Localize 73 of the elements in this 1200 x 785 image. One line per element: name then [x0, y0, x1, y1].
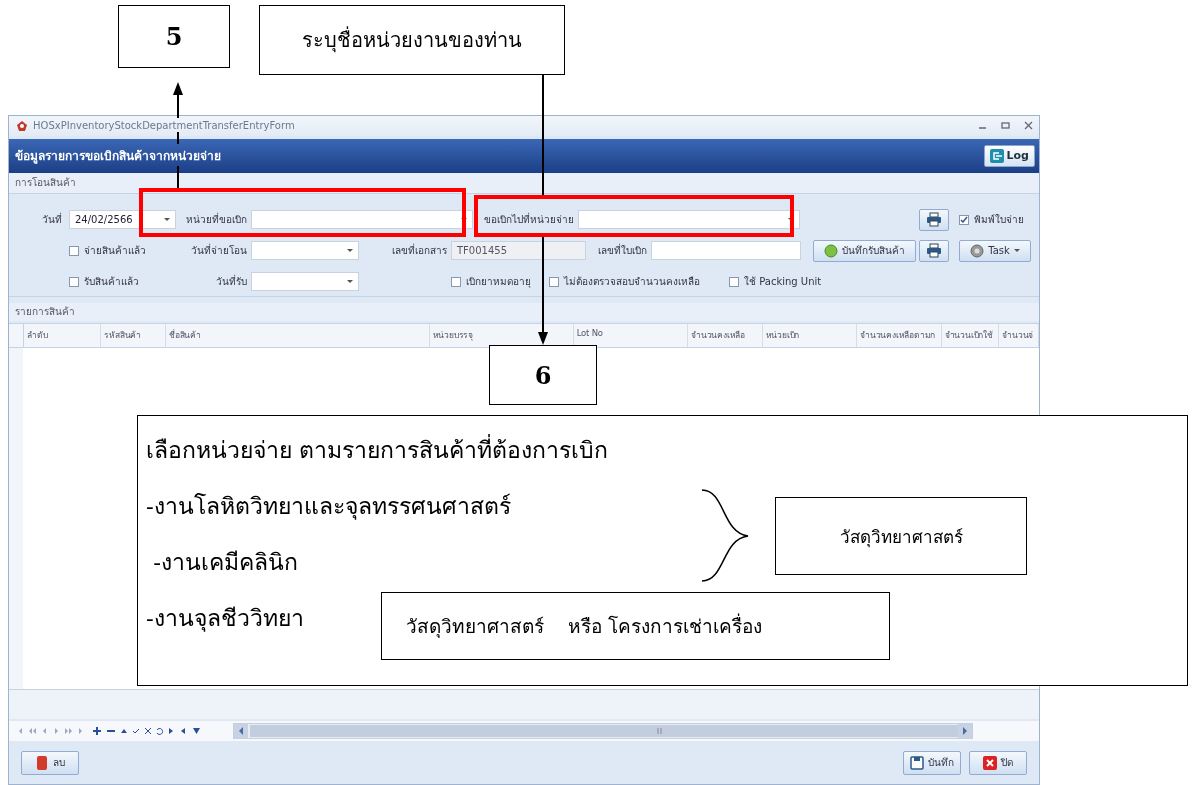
checkbox[interactable]: [959, 214, 969, 225]
label-box: วัสดุวิทยาศาสตร์: [775, 497, 1027, 575]
close-icon[interactable]: [1024, 121, 1033, 131]
receive-button[interactable]: บันทึกรับสินค้า: [813, 239, 916, 262]
text-field[interactable]: [651, 241, 801, 261]
print-button[interactable]: [919, 239, 949, 262]
disc-icon: [970, 243, 985, 258]
scroll-right-icon[interactable]: [958, 724, 972, 739]
column-header[interactable]: จำนวนจ่: [999, 324, 1039, 347]
floppy-icon: [910, 755, 924, 770]
checkbox-label: จ่ายสินค้าแล้ว: [84, 244, 146, 259]
note-box: ระบุชื่อหน่วยงานของท่าน: [259, 5, 565, 75]
field-label: วันที่: [41, 212, 63, 228]
group-label: รายการสินค้า: [9, 303, 1039, 322]
instruction-text: -งานจุลชีววิทยา: [146, 604, 304, 632]
column-header[interactable]: จำนวนคงเหลือ: [688, 324, 763, 347]
column-header[interactable]: หน่วยเบิก: [762, 324, 858, 347]
maximize-icon[interactable]: [1001, 121, 1010, 131]
column-header[interactable]: จำนวนเบิกใช้: [941, 324, 1000, 347]
caret-icon: [347, 249, 353, 253]
checkbox[interactable]: [549, 276, 559, 287]
column-header[interactable]: รหัสสินค้า: [101, 324, 167, 347]
checkbox[interactable]: [69, 245, 79, 256]
field-label: เลขที่เอกสาร: [391, 243, 448, 259]
save-button[interactable]: บันทึก: [903, 750, 961, 775]
field-label: ขอเบิกไปที่หน่วยจ่าย: [483, 212, 575, 228]
caret-icon: [347, 280, 353, 284]
checkbox-label: พิมพ์ใบจ่าย: [974, 213, 1024, 228]
form-title: ข้อมูลรายการขอเบิกสินค้าจากหน่วยจ่าย: [15, 148, 221, 166]
dropdown-field[interactable]: [251, 241, 359, 261]
scroll-thumb[interactable]: [248, 724, 958, 739]
trash-icon: [35, 755, 49, 770]
exit-icon: [989, 148, 1004, 163]
instruction-text: -งานเคมีคลินิก: [152, 548, 299, 576]
caret-icon: [164, 218, 170, 222]
checkbox-label: ใช้ Packing Unit: [744, 275, 822, 290]
print-button[interactable]: [919, 208, 949, 231]
dropdown-field[interactable]: 24/02/2566: [69, 210, 176, 230]
instruction-text: เลือกหน่วยจ่าย ตามรายการสินค้าที่ต้องการเบิก: [146, 436, 609, 464]
dropdown-field[interactable]: [251, 210, 473, 230]
horizontal-scrollbar[interactable]: [233, 723, 973, 740]
navigator-toolbar[interactable]: [17, 726, 203, 737]
instruction-text: -งานโลหิตวิทยาและจุลทรรศนศาสตร์: [146, 492, 511, 520]
field-label: วันที่รับ: [215, 274, 248, 290]
dropdown-field[interactable]: [251, 272, 359, 292]
field-label: หน่วยที่ขอเบิก: [185, 212, 248, 228]
checkbox-label: ไม่ต้องตรวจสอบจำนวนคงเหลือ: [564, 275, 700, 290]
close-icon: [983, 755, 997, 770]
window-title: HOSxPInventoryStockDepartmentTransferEntryForm: [33, 120, 296, 132]
close-button[interactable]: ปิด: [969, 750, 1027, 775]
caret-icon: [1013, 249, 1020, 253]
column-header[interactable]: ลำดับ: [23, 324, 102, 347]
circle-icon: [824, 243, 838, 258]
dropdown-field[interactable]: [578, 210, 800, 230]
printer-icon: [926, 243, 942, 259]
label-box: วัสดุวิทยาศาสตร์ หรือ โครงการเช่าเครื่อง: [381, 592, 890, 660]
checkbox-label: เบิกยาหมดอายุ: [466, 275, 531, 290]
column-header[interactable]: จำนวนคงเหลือตามก: [857, 324, 942, 347]
checkbox[interactable]: [69, 276, 79, 287]
field-label: เลขที่ใบเบิก: [597, 243, 648, 259]
scroll-left-icon[interactable]: [234, 724, 248, 739]
step-number-box: 6: [489, 345, 597, 405]
column-header[interactable]: ชื่อสินค้า: [166, 324, 430, 347]
step-number-box: 5: [118, 5, 230, 68]
delete-button[interactable]: ลบ: [21, 750, 79, 775]
checkbox[interactable]: [729, 276, 739, 287]
app-icon: [15, 118, 29, 133]
checkbox-label: รับสินค้าแล้ว: [84, 275, 139, 290]
log-button[interactable]: Log: [983, 144, 1035, 167]
printer-icon: [926, 212, 942, 228]
checkbox[interactable]: [451, 276, 461, 287]
field-label: วันที่จ่ายโอน: [190, 243, 248, 259]
task-button[interactable]: Task: [959, 239, 1031, 262]
